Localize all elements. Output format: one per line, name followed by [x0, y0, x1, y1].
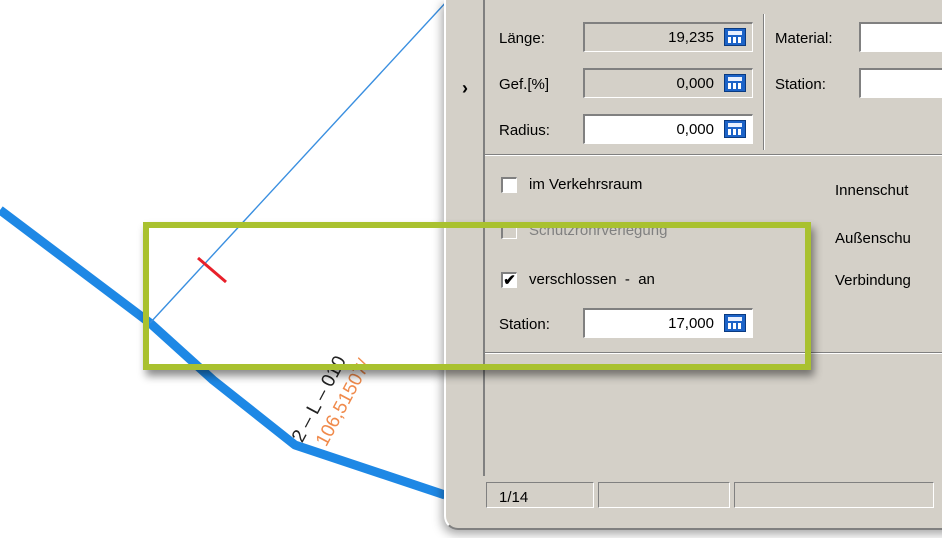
- radius-value: 0,000: [676, 121, 714, 138]
- verkehrsraum-checkbox[interactable]: [501, 177, 517, 193]
- calculator-icon[interactable]: [724, 120, 746, 138]
- gefaelle-label: Gef.[%]: [499, 76, 550, 93]
- column-divider: [763, 14, 765, 150]
- calculator-icon[interactable]: [724, 28, 746, 46]
- status-page-counter: 1/14: [486, 482, 594, 508]
- aussenschutz-label: Außenschu: [835, 230, 911, 247]
- laenge-value: 19,235: [668, 29, 714, 46]
- calculator-icon[interactable]: [724, 74, 746, 92]
- radius-field[interactable]: 0,000: [583, 114, 753, 144]
- verkehrsraum-label: im Verkehrsraum: [529, 176, 643, 193]
- station-field-top[interactable]: [859, 68, 942, 98]
- status-cell-empty: [734, 482, 934, 508]
- radius-label: Radius:: [499, 122, 550, 139]
- gefaelle-value: 0,000: [676, 75, 714, 92]
- station-label-top: Station:: [775, 76, 826, 93]
- gefaelle-field[interactable]: 0,000: [583, 68, 753, 98]
- chevron-right-icon[interactable]: ›: [462, 78, 468, 99]
- laenge-label: Länge:: [499, 30, 545, 47]
- laenge-field[interactable]: 19,235: [583, 22, 753, 52]
- status-bar: 1/14: [446, 480, 942, 510]
- section-divider: [485, 154, 942, 156]
- material-select[interactable]: [859, 22, 942, 52]
- innenschutz-label: Innenschut: [835, 182, 909, 199]
- annotation-highlight-box: [143, 222, 811, 370]
- status-cell-empty: [598, 482, 730, 508]
- verbindung-label: Verbindung: [835, 272, 911, 289]
- material-label: Material:: [775, 30, 833, 47]
